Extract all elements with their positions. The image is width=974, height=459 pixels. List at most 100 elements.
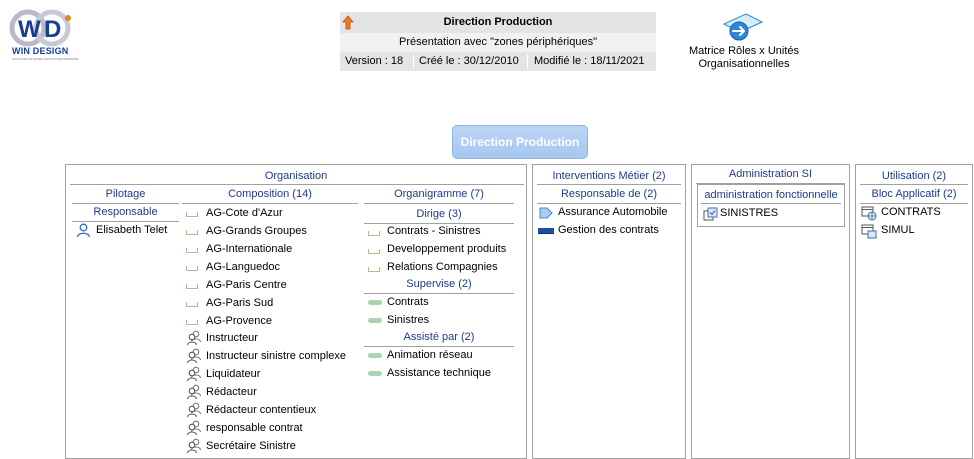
role-item[interactable]: responsable contrat	[206, 422, 303, 434]
group-icon	[368, 353, 382, 358]
responsable-de-title: Responsable de (2)	[560, 188, 657, 200]
header-meta-row: Version : 18 Créé le : 30/12/2010 Modifi…	[340, 52, 656, 71]
role-item[interactable]: Instructeur sinistre complexe	[206, 350, 346, 362]
administration-title: Administration SI	[728, 168, 813, 180]
unit-icon	[186, 284, 198, 289]
divider	[72, 203, 179, 204]
unit-icon	[186, 320, 198, 325]
intervention-item[interactable]: Assurance Automobile	[558, 206, 667, 218]
unit-icon	[186, 248, 198, 253]
divider	[860, 184, 968, 185]
logo-tagline: SOLUTION DE MODELISATION D'ENTREPRISE	[12, 57, 79, 61]
bloc-applicatif-title: Bloc Applicatif (2)	[871, 188, 957, 200]
role-item[interactable]: Rédacteur contentieux	[206, 404, 316, 416]
unit-item[interactable]: AG-Provence	[206, 315, 272, 327]
dirige-item[interactable]: Contrats - Sinistres	[387, 225, 481, 237]
supervise-item[interactable]: Contrats	[387, 296, 429, 308]
role-item[interactable]: Rédacteur	[206, 386, 257, 398]
activity-icon	[538, 228, 554, 234]
process-icon	[539, 207, 553, 219]
matrix-link-label: Matrice Rôles x Unités Organisationnelle…	[684, 45, 804, 71]
matrix-link-line2: Organisationnelles	[698, 58, 790, 70]
direction-production-node[interactable]: Direction Production	[452, 125, 588, 159]
unit-icon	[186, 230, 198, 235]
bloc-applicatif-item[interactable]: CONTRATS	[881, 206, 941, 218]
created-date: Créé le : 30/12/2010	[419, 55, 519, 67]
unit-icon	[368, 231, 380, 236]
unit-icon	[368, 249, 380, 254]
unit-icon	[186, 302, 198, 307]
svg-text:D: D	[44, 16, 61, 43]
unit-icon	[186, 266, 198, 271]
dirige-item[interactable]: Relations Compagnies	[387, 261, 498, 273]
matrix-roles-units-link[interactable]: Matrice Rôles x Unités Organisationnelle…	[684, 12, 804, 74]
windesign-logo-mark: W D	[9, 9, 71, 47]
divider	[70, 184, 524, 185]
interventions-title: Interventions Métier (2)	[552, 170, 666, 182]
group-icon	[368, 318, 382, 323]
application-module-icon	[703, 207, 718, 221]
administration-panel: Administration SI administration fonctio…	[691, 164, 850, 459]
group-icon	[368, 371, 382, 376]
dirige-item[interactable]: Developpement produits	[387, 243, 506, 255]
role-icon	[186, 330, 202, 346]
role-item[interactable]: Instructeur	[206, 332, 258, 344]
administration-fonctionnelle-box: administration fonctionnelle SINISTRES	[697, 184, 845, 227]
role-icon	[186, 348, 202, 364]
unit-item[interactable]: AG-Internationale	[206, 243, 292, 255]
application-block-icon	[861, 224, 877, 239]
unit-item[interactable]: AG-Languedoc	[206, 261, 280, 273]
page-subtitle: Présentation avec "zones périphériques"	[399, 36, 597, 48]
divider	[537, 203, 681, 204]
organigramme-title: Organigramme (7)	[394, 188, 484, 200]
role-item[interactable]: Liquidateur	[206, 368, 260, 380]
responsable-title: Responsable	[93, 206, 158, 218]
divider	[72, 221, 179, 222]
composition-title: Composition (14)	[228, 188, 312, 200]
unit-item[interactable]: AG-Paris Centre	[206, 279, 287, 291]
header-separator	[527, 54, 528, 69]
supervise-item[interactable]: Sinistres	[387, 314, 429, 326]
organisation-panel: Organisation Pilotage Responsable Elisab…	[65, 164, 527, 459]
person-icon	[76, 223, 91, 238]
unit-item[interactable]: AG-Cote d'Azur	[206, 207, 283, 219]
responsable-person[interactable]: Elisabeth Telet	[96, 224, 167, 236]
role-item[interactable]: Secrétaire Sinistre	[206, 440, 296, 452]
interventions-panel: Interventions Métier (2) Responsable de …	[532, 164, 686, 459]
matrix-navigate-icon	[722, 13, 764, 41]
role-icon	[186, 366, 202, 382]
divider	[364, 346, 514, 347]
header-separator	[413, 54, 414, 69]
pilotage-title: Pilotage	[105, 188, 146, 200]
unit-item[interactable]: AG-Grands Groupes	[206, 225, 307, 237]
matrix-link-line1: Matrice Rôles x Unités	[688, 45, 800, 57]
page-title: Direction Production	[443, 16, 553, 28]
divider	[537, 184, 681, 185]
version-label: Version : 18	[345, 55, 404, 67]
role-icon	[186, 402, 202, 418]
supervise-title: Supervise (2)	[406, 278, 472, 290]
diagram-header: Direction Production Présentation avec "…	[340, 12, 656, 71]
divider	[364, 223, 514, 224]
utilisation-title: Utilisation (2)	[881, 170, 947, 182]
application-block-icon	[861, 206, 877, 221]
windesign-logo: W D WIN DESIGN SOLUTION DE MODELISATION …	[8, 8, 78, 64]
svg-text:W: W	[18, 16, 41, 43]
administration-item[interactable]: SINISTRES	[720, 207, 778, 219]
group-icon	[368, 300, 382, 305]
unit-icon	[186, 212, 198, 217]
header-subtitle-row: Présentation avec "zones périphériques"	[340, 33, 656, 52]
unit-icon	[368, 267, 380, 272]
utilisation-panel: Utilisation (2) Bloc Applicatif (2) CONT…	[855, 164, 973, 459]
divider	[860, 203, 968, 204]
unit-item[interactable]: AG-Paris Sud	[206, 297, 273, 309]
role-icon	[186, 438, 202, 454]
divider	[182, 203, 358, 204]
logo-text: WIN DESIGN	[12, 46, 69, 56]
assiste-item[interactable]: Assistance technique	[387, 367, 491, 379]
dirige-title: Dirige (3)	[416, 208, 462, 220]
organisation-title: Organisation	[264, 170, 328, 182]
assiste-item[interactable]: Animation réseau	[387, 349, 473, 361]
bloc-applicatif-item[interactable]: SIMUL	[881, 224, 915, 236]
intervention-item[interactable]: Gestion des contrats	[558, 224, 659, 236]
